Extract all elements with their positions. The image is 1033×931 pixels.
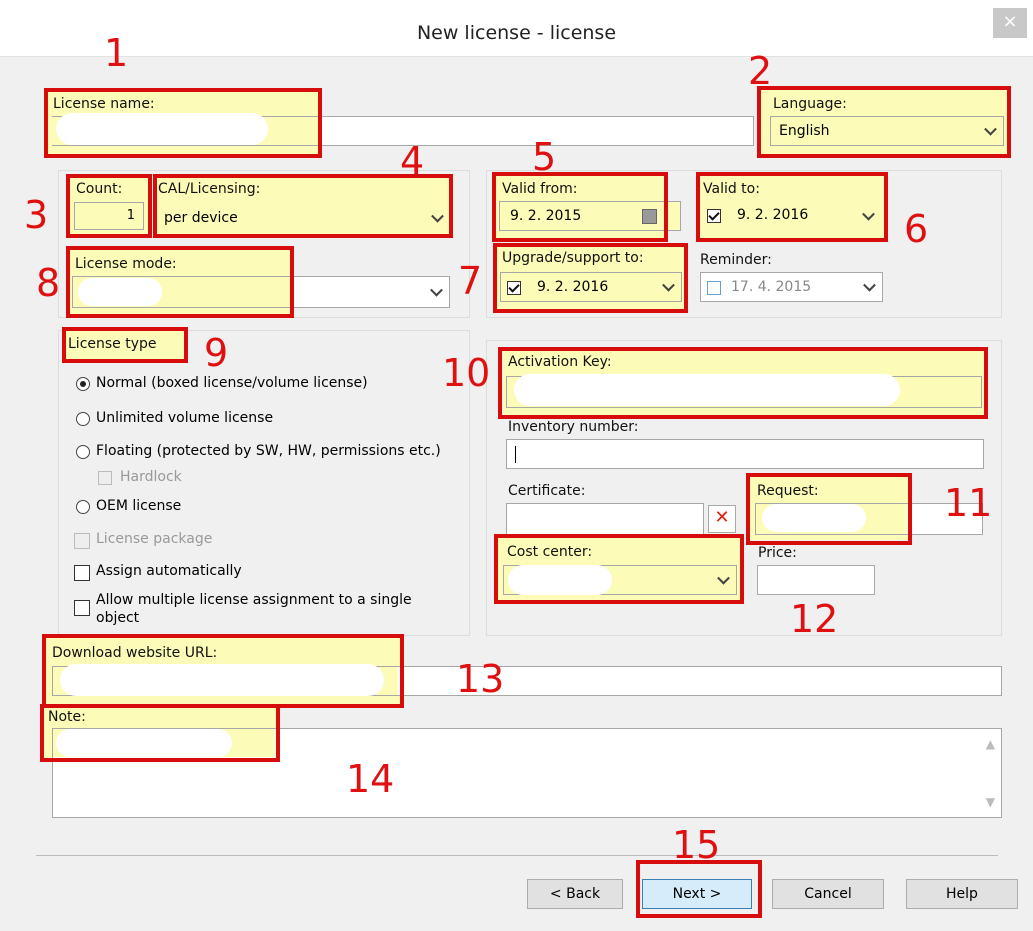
annotation-box-3 [66, 174, 152, 238]
title-bar: New license - license × [0, 0, 1033, 57]
annotation-box-13 [42, 634, 404, 708]
annotation-box-10 [498, 347, 988, 419]
back-button[interactable]: < Back [527, 879, 623, 909]
annotation-box-1 [44, 88, 322, 158]
annotation-number-9: 9 [204, 331, 229, 375]
annotation-number-13: 13 [456, 657, 505, 701]
annotation-number-10: 10 [442, 351, 491, 395]
unlimited-license-radio[interactable] [76, 412, 90, 426]
allow-multiple-label-line1: Allow multiple license assignment to a s… [96, 592, 412, 608]
chevron-down-icon [863, 278, 876, 292]
dialog-title: New license - license [416, 22, 617, 44]
annotation-box-4 [153, 174, 453, 238]
unlimited-license-label: Unlimited volume license [96, 410, 274, 426]
price-input[interactable] [757, 565, 875, 595]
annotation-box-15 [636, 860, 762, 918]
annotation-number-14: 14 [346, 757, 395, 801]
annotation-number-6: 6 [904, 207, 929, 251]
scroll-up-icon[interactable]: ▲ [986, 737, 995, 751]
annotation-number-5: 5 [532, 135, 557, 179]
annotation-box-cost-center [494, 534, 744, 604]
allow-multiple-label-line2: object [96, 610, 140, 626]
reminder-date-picker[interactable]: 17. 4. 2015 [700, 272, 883, 302]
normal-license-radio[interactable] [76, 377, 90, 391]
assign-automatically-label: Assign automatically [96, 563, 242, 579]
annotation-number-15: 15 [672, 823, 721, 867]
floating-license-radio[interactable] [76, 445, 90, 459]
floating-license-label: Floating (protected by SW, HW, permissio… [96, 443, 441, 459]
hardlock-checkbox[interactable] [98, 471, 112, 485]
cancel-button[interactable]: Cancel [772, 879, 884, 909]
assign-automatically-checkbox[interactable] [74, 565, 90, 581]
certificate-label: Certificate: [508, 483, 586, 499]
dialog-window: New license - license × License name: 1 … [0, 0, 1033, 931]
allow-multiple-assignment-checkbox[interactable] [74, 600, 90, 616]
license-package-label: License package [96, 531, 213, 547]
annotation-box-9 [62, 327, 188, 363]
annotation-number-12: 12 [790, 597, 839, 641]
remove-x-icon[interactable]: ✕ [708, 505, 736, 533]
reminder-checkbox[interactable] [707, 281, 721, 295]
annotation-number-11: 11 [944, 481, 993, 525]
help-button[interactable]: Help [906, 879, 1018, 909]
price-label: Price: [758, 545, 797, 561]
annotation-box-2 [757, 86, 1011, 158]
hardlock-label: Hardlock [120, 469, 182, 485]
annotation-number-2: 2 [748, 49, 773, 93]
annotation-number-3: 3 [24, 193, 49, 237]
license-package-checkbox[interactable] [74, 533, 90, 549]
annotation-box-11 [746, 473, 912, 545]
annotation-number-1: 1 [104, 31, 129, 75]
annotation-number-4: 4 [400, 139, 425, 183]
annotation-box-8 [66, 246, 294, 318]
normal-license-label: Normal (boxed license/volume license) [96, 375, 368, 391]
close-button[interactable]: × [993, 8, 1027, 38]
annotation-box-7 [493, 243, 688, 313]
reminder-value: 17. 4. 2015 [731, 279, 812, 295]
oem-license-label: OEM license [96, 498, 182, 514]
reminder-label: Reminder: [700, 252, 772, 268]
annotation-number-7: 7 [458, 259, 483, 303]
button-separator [36, 855, 998, 856]
scroll-down-icon[interactable]: ▼ [986, 795, 995, 809]
annotation-number-8: 8 [36, 261, 61, 305]
inventory-number-input[interactable] [506, 439, 984, 469]
certificate-input[interactable] [506, 503, 704, 535]
chevron-down-icon [430, 283, 443, 297]
annotation-box-6 [696, 172, 888, 242]
oem-license-radio[interactable] [76, 500, 90, 514]
annotation-box-14 [40, 704, 280, 762]
text-cursor [515, 446, 516, 463]
inventory-number-label: Inventory number: [508, 419, 639, 435]
annotation-box-5 [492, 172, 668, 242]
